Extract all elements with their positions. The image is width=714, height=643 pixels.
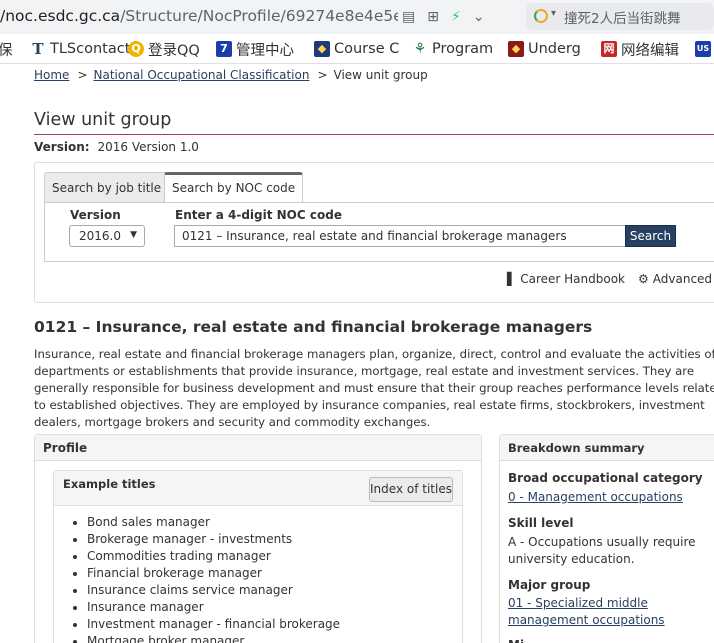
unit-group-description: Insurance, real estate and financial bro… — [34, 347, 714, 429]
bookmark-item[interactable]: 7 管理中心 — [216, 40, 294, 59]
bookmark-item[interactable]: 网网络编辑 — [601, 40, 679, 59]
list-item: Bond sales manager — [87, 514, 340, 531]
bookmark-label: Course C — [334, 41, 400, 57]
bookmark-label: TLScontact — [50, 41, 131, 57]
bookmark-item[interactable]: ◆ Underg — [508, 40, 581, 58]
version-select-label: Version — [70, 208, 121, 222]
skill-level-value: A - Occupations usually require universi… — [508, 535, 696, 566]
breadcrumb-separator: > — [317, 68, 328, 82]
bookmark-item[interactable]: US — [695, 40, 714, 58]
version-value: 2016 Version 1.0 — [97, 140, 199, 154]
bookmark-label: 保 — [0, 42, 13, 59]
broad-category-label: Broad occupational category — [508, 471, 703, 485]
broad-category-link[interactable]: 0 - Management occupations — [508, 489, 708, 506]
search-engine-icon[interactable] — [534, 9, 548, 23]
engine-dropdown-icon[interactable]: ▾ — [551, 8, 556, 19]
list-item: Financial brokerage manager — [87, 565, 340, 582]
breakdown-heading: Breakdown summary — [500, 435, 714, 461]
breadcrumb-home-link[interactable]: Home — [34, 68, 69, 82]
qq-icon: Q — [128, 41, 144, 57]
noc-search-form: Version 2016.0 ▼ Enter a 4-digit NOC cod… — [44, 202, 714, 262]
bookmark-label: Program — [432, 41, 494, 57]
bookmark-label: 管理中心 — [236, 42, 294, 59]
url-path: /Structure/NocProfile/69274e8e4e5e — [120, 7, 398, 25]
list-item: Insurance manager — [87, 599, 340, 616]
advanced-label: Advanced — [652, 272, 713, 286]
bookmark-item[interactable]: ◆ Course C — [314, 40, 399, 58]
book-icon: ▌ — [507, 272, 517, 286]
tab-search-by-noc-code[interactable]: Search by NOC code — [164, 172, 304, 202]
version-select-value: 2016.0 — [79, 229, 121, 243]
version-select[interactable]: 2016.0 ▼ — [69, 225, 145, 247]
noc-code-label: Enter a 4-digit NOC code — [175, 208, 342, 222]
search-button[interactable]: Search — [625, 225, 676, 247]
example-titles-list: Bond sales manager Brokerage manager - i… — [87, 514, 340, 643]
list-item: Mortgage broker manager — [87, 633, 340, 643]
list-item: Brokerage manager - investments — [87, 531, 340, 548]
usnews-icon: US — [695, 41, 711, 57]
version-line: Version: 2016 Version 1.0 — [34, 140, 199, 154]
minor-group-label: Mi — [508, 638, 524, 643]
url-host: /noc.esdc.gc.ca — [0, 7, 121, 25]
noc-code-input[interactable]: 0121 – Insurance, real estate and financ… — [174, 225, 626, 247]
breadcrumb-noc-link[interactable]: National Occupational Classification — [94, 68, 310, 82]
index-of-titles-button[interactable]: Index of titles — [369, 477, 453, 502]
search-panel: Search by job title Search by NOC code V… — [34, 162, 714, 303]
browser-toolbar: /noc.esdc.gc.ca/Structure/NocProfile/692… — [0, 0, 714, 34]
underg-icon: ◆ — [508, 41, 524, 57]
career-handbook-link[interactable]: ▌ Career Handbook — [507, 272, 625, 286]
breadcrumb-separator: > — [77, 68, 88, 82]
chevron-down-icon: ▼ — [130, 230, 137, 240]
title-divider — [34, 134, 714, 135]
reader-mode-icon[interactable]: ▤ — [402, 8, 415, 26]
page-title: View unit group — [34, 110, 172, 130]
unit-group-title: 0121 – Insurance, real estate and financ… — [34, 318, 593, 336]
list-item: Commodities trading manager — [87, 548, 340, 565]
profile-heading: Profile — [35, 435, 481, 461]
profile-panel: Profile Example titles Index of titles B… — [34, 434, 482, 643]
list-item: Investment manager - financial brokerage — [87, 616, 340, 633]
bookmark-item[interactable]: T TLScontact — [30, 40, 130, 58]
bookmark-label: 网络编辑 — [621, 42, 679, 59]
bookmark-item[interactable]: ⚘ Program — [412, 40, 493, 58]
breakdown-summary-panel: Breakdown summary Broad occupational cat… — [499, 434, 714, 643]
browser-search-box[interactable]: ▾ 撞死2人后当街跳舞 — [526, 3, 714, 30]
admin-icon: 7 — [216, 41, 232, 57]
skill-level-label: Skill level — [508, 516, 574, 530]
apps-grid-icon[interactable]: ⊞ — [427, 8, 439, 26]
address-bar[interactable]: /noc.esdc.gc.ca/Structure/NocProfile/692… — [0, 7, 398, 29]
major-group-label: Major group — [508, 578, 591, 592]
course-icon: ◆ — [314, 41, 330, 57]
example-titles-panel: Example titles Index of titles Bond sale… — [53, 470, 463, 643]
breadcrumb-current: View unit group — [333, 68, 428, 82]
lightning-icon[interactable]: ⚡ — [451, 8, 461, 26]
version-label: Version: — [34, 140, 90, 154]
search-suggestion: 撞死2人后当街跳舞 — [564, 11, 681, 27]
bookmark-item[interactable]: 保 — [0, 40, 13, 59]
bookmark-item[interactable]: Q 登录QQ — [128, 40, 200, 59]
address-actions: ▤ ⊞ ⚡ ⌄ — [402, 8, 485, 26]
bookmark-label: Underg — [528, 41, 581, 57]
gear-icon: ⚙ — [638, 272, 649, 286]
major-group-link[interactable]: 01 - Specialized middle management occup… — [508, 595, 708, 629]
netedit-icon: 网 — [601, 41, 617, 57]
breadcrumb: Home > National Occupational Classificatio… — [34, 68, 428, 82]
advanced-link[interactable]: ⚙ Advanced — [638, 272, 712, 286]
program-icon: ⚘ — [413, 41, 427, 57]
bookmarks-bar: 保 T TLScontact Q 登录QQ 7 管理中心 ◆ Course C ⚘ Pro… — [0, 34, 714, 64]
tab-search-by-job-title[interactable]: Search by job title — [44, 172, 170, 202]
tlscontact-icon: T — [32, 40, 44, 58]
career-handbook-label: Career Handbook — [520, 272, 625, 286]
list-item: Insurance claims service manager — [87, 582, 340, 599]
bookmark-label: 登录QQ — [148, 42, 200, 59]
chevron-down-icon[interactable]: ⌄ — [473, 8, 485, 26]
